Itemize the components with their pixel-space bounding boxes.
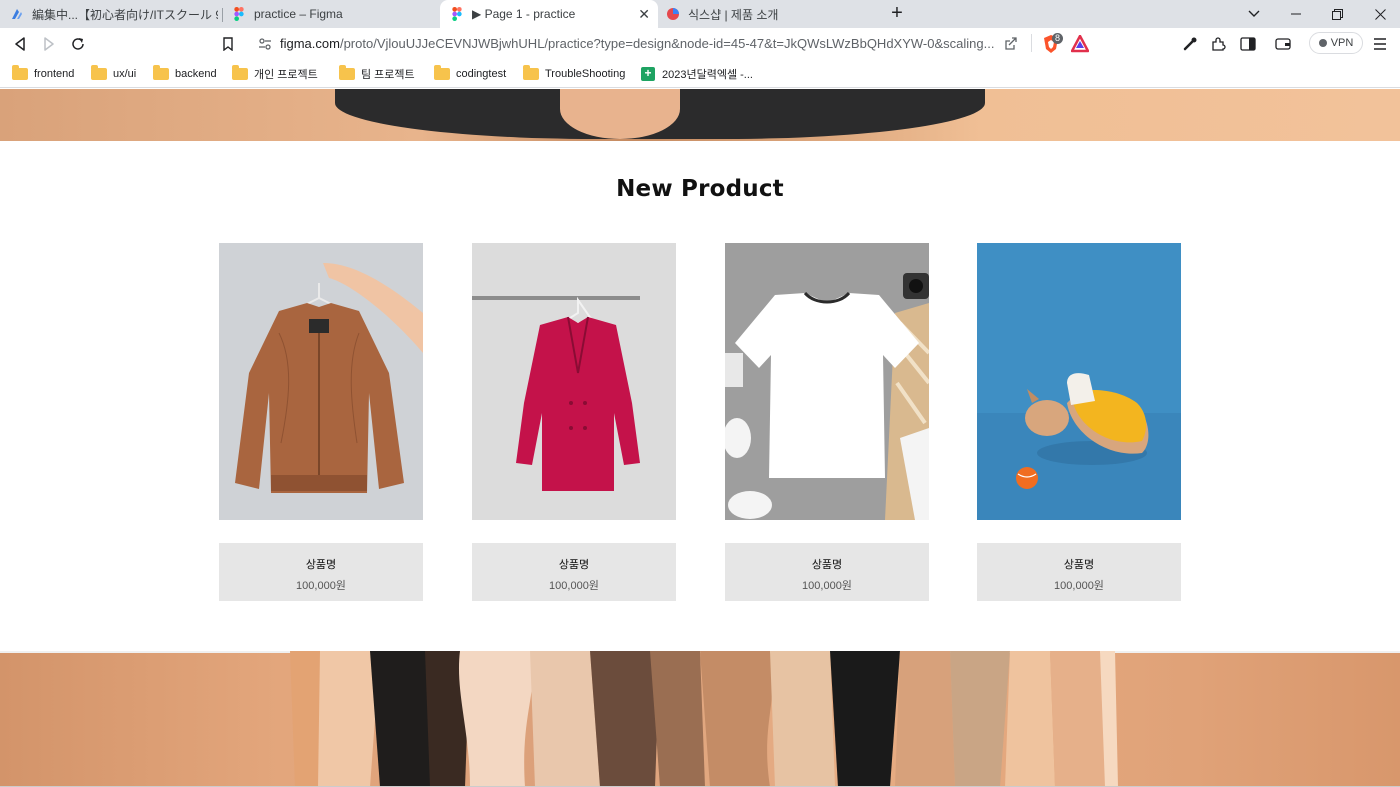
url-text: figma.com/proto/VjlouUJJeCEVNJWBjwhUHL/p… xyxy=(280,36,995,51)
product-image-dog-hoodie[interactable] xyxy=(977,243,1181,520)
tab-4[interactable]: 식스샵 | 제품 소개 xyxy=(666,0,866,28)
bookmark-label: 팀 프로젝트 xyxy=(361,69,415,81)
bookmark-frontend[interactable]: frontend xyxy=(12,65,75,82)
forward-icon[interactable] xyxy=(37,32,61,56)
product-name: 상품명 xyxy=(811,559,843,571)
bookmark-label: backend xyxy=(175,68,217,80)
minimize-icon[interactable] xyxy=(1276,0,1316,28)
tab-search-icon[interactable] xyxy=(1234,0,1274,28)
figma-icon xyxy=(450,7,464,21)
bookmark-label: TroubleShooting xyxy=(545,68,626,80)
product-image-brown-jacket[interactable] xyxy=(219,243,423,520)
tab-title: ▶ Page 1 - practice xyxy=(472,7,576,21)
vpn-button[interactable]: VPN xyxy=(1309,32,1363,54)
folder-icon xyxy=(523,65,539,80)
url-path: /proto/VjlouUJJeCEVNJWBjwhUHL/practice?t… xyxy=(339,36,995,51)
section-title: New Product xyxy=(616,176,784,202)
vpn-status-icon xyxy=(1318,39,1327,47)
menu-icon[interactable] xyxy=(1370,34,1390,54)
product-name: 상품명 xyxy=(1063,559,1095,571)
bookmark-label: ux/ui xyxy=(113,68,137,80)
bookmark-icon[interactable] xyxy=(216,32,240,56)
bookmark-label: frontend xyxy=(34,68,75,80)
bookmark-label: 개인 프로젝트 xyxy=(254,69,318,81)
bookmark-personal-project[interactable]: 개인 프로젝트 xyxy=(232,65,318,82)
extensions-icon[interactable] xyxy=(1209,34,1229,54)
brave-shield-icon[interactable]: 8 xyxy=(1041,33,1064,59)
bookmark-ux-ui[interactable]: ux/ui xyxy=(91,65,137,82)
product-info[interactable]: 상품명 100,000원 xyxy=(725,543,929,601)
figma-icon xyxy=(232,7,246,21)
product-price: 100,000원 xyxy=(802,580,852,592)
edit-app-icon xyxy=(10,7,24,21)
share-icon[interactable] xyxy=(1004,36,1019,56)
clothes-rack-graphic xyxy=(0,651,1400,787)
product-card[interactable]: 상품명 100,000원 xyxy=(977,243,1181,601)
tab-title: 식스샵 | 제품 소개 xyxy=(688,7,779,22)
address-bar[interactable]: figma.com/proto/VjlouUJJeCEVNJWBjwhUHL/p… xyxy=(248,31,1096,57)
product-name: 상품명 xyxy=(305,559,337,571)
product-name: 상품명 xyxy=(558,559,590,571)
bookmark-backend[interactable]: backend xyxy=(153,65,217,82)
product-price: 100,000원 xyxy=(1054,580,1104,592)
product-image-red-blazer[interactable] xyxy=(472,243,676,520)
bookmark-codingtest[interactable]: codingtest xyxy=(434,65,507,82)
tab-2[interactable]: practice – Figma xyxy=(232,0,432,28)
product-info[interactable]: 상품명 100,000원 xyxy=(977,543,1181,601)
bookmark-label: codingtest xyxy=(456,68,507,80)
tab-title: 編集中...【初心者向け/ITスクール 90日】 xyxy=(32,7,218,22)
eyedropper-icon[interactable] xyxy=(1180,34,1200,54)
back-icon[interactable] xyxy=(8,32,32,56)
folder-icon xyxy=(153,65,169,80)
tab-separator xyxy=(222,8,223,22)
vpn-label: VPN xyxy=(1330,37,1354,49)
close-window-icon[interactable] xyxy=(1360,0,1400,28)
omnibox-divider xyxy=(1031,34,1032,52)
hero-banner-bottom xyxy=(0,651,1400,787)
browser-toolbar: figma.com/proto/VjlouUJJeCEVNJWBjwhUHL/p… xyxy=(0,28,1400,60)
prototype-page[interactable]: New Product 상품명 100,000원 상품명 100,000원 상품… xyxy=(0,89,1400,787)
product-info[interactable]: 상품명 100,000원 xyxy=(472,543,676,601)
bookmark-label: 2023년달력엑셀 -... xyxy=(662,69,753,81)
spreadsheet-icon: + xyxy=(641,67,655,81)
product-image-white-tshirt[interactable] xyxy=(725,243,929,520)
tab-3-active[interactable]: ▶ Page 1 - practice ✕ xyxy=(440,0,658,28)
new-tab-button[interactable]: + xyxy=(886,3,908,25)
hero-banner-top xyxy=(0,89,1400,141)
tab-strip: 編集中...【初心者向け/ITスクール 90日】 practice – Figm… xyxy=(0,0,1400,28)
bookmark-troubleshooting[interactable]: TroubleShooting xyxy=(523,65,626,82)
tab-1[interactable]: 編集中...【初心者向け/ITスクール 90日】 xyxy=(10,0,218,28)
restore-icon[interactable] xyxy=(1317,0,1357,28)
site-settings-icon[interactable] xyxy=(258,37,272,56)
sixshop-icon xyxy=(666,7,680,21)
folder-icon xyxy=(12,65,28,80)
product-card[interactable]: 상품명 100,000원 xyxy=(472,243,676,601)
folder-icon xyxy=(91,65,107,80)
product-info[interactable]: 상품명 100,000원 xyxy=(219,543,423,601)
tab-title: practice – Figma xyxy=(254,7,343,21)
reload-icon[interactable] xyxy=(66,32,90,56)
url-host: figma.com xyxy=(280,36,340,51)
folder-icon xyxy=(232,65,248,80)
product-price: 100,000원 xyxy=(549,580,599,592)
bookmark-calendar-sheet[interactable]: +2023년달력엑셀 -... xyxy=(641,66,753,82)
product-card[interactable]: 상품명 100,000원 xyxy=(219,243,423,601)
close-icon[interactable]: ✕ xyxy=(638,6,650,22)
bookmark-team-project[interactable]: 팀 프로젝트 xyxy=(339,65,415,82)
bookmarks-bar: frontend ux/ui backend 개인 프로젝트 팀 프로젝트 co… xyxy=(0,60,1400,88)
folder-icon xyxy=(339,65,355,80)
sidebar-icon[interactable] xyxy=(1238,34,1258,54)
wallet-icon[interactable] xyxy=(1273,34,1293,54)
brave-rewards-icon[interactable] xyxy=(1070,34,1090,58)
folder-icon xyxy=(434,65,450,80)
shield-badge: 8 xyxy=(1052,33,1064,44)
product-card[interactable]: 상품명 100,000원 xyxy=(725,243,929,601)
product-price: 100,000원 xyxy=(296,580,346,592)
